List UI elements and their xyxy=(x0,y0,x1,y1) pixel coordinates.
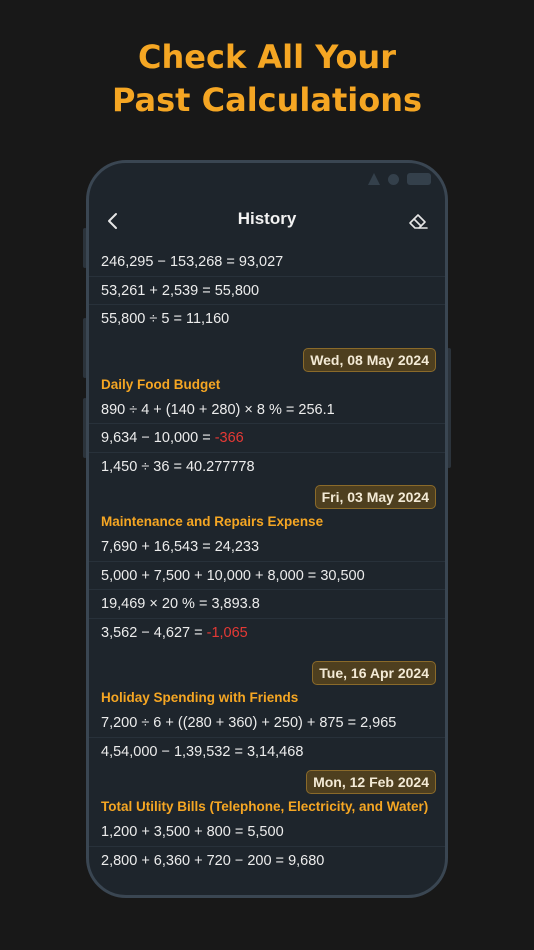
calculation-expression: 1,200 + 3,500 + 800 = xyxy=(101,824,248,840)
signal-icon xyxy=(368,173,380,185)
calculation-expression: 53,261 + 2,539 = xyxy=(101,282,215,299)
calculation-expression: 9,634 − 10,000 = xyxy=(101,430,215,446)
history-row[interactable]: 5,000 + 7,500 + 10,000 + 8,000 = 30,500 xyxy=(89,562,445,590)
history-row[interactable]: 55,800 ÷ 5 = 11,160 xyxy=(89,305,445,334)
calculation-expression: 7,200 ÷ 6 + ((280 + 360) + 250) + 875 = xyxy=(101,715,361,731)
history-row[interactable]: 1,200 + 3,500 + 800 = 5,500 xyxy=(89,818,445,847)
history-row[interactable]: 7,690 + 16,543 = 24,233 xyxy=(89,533,445,562)
history-row[interactable]: 3,562 − 4,627 = -1,065 xyxy=(89,619,445,648)
calculation-expression: 2,800 + 6,360 + 720 − 200 = xyxy=(101,852,289,869)
calculation-result: -1,065 xyxy=(206,624,248,641)
calculation-expression: 55,800 ÷ 5 = xyxy=(101,311,186,327)
history-list: 246,295 − 153,268 = 93,027 53,261 + 2,539… xyxy=(89,248,445,875)
date-header: Mon, 12 Feb 2024 xyxy=(89,766,445,796)
calculation-result: 5,500 xyxy=(247,824,284,840)
calculation-result: 40.277778 xyxy=(185,458,255,475)
calculation-result: 24,233 xyxy=(214,539,260,555)
app-bar: History xyxy=(89,207,445,235)
date-header: Fri, 03 May 2024 xyxy=(89,481,445,511)
calculation-result: 55,800 xyxy=(214,282,260,299)
calculation-group-title[interactable]: Total Utility Bills (Telephone, Electric… xyxy=(89,796,445,818)
eraser-icon[interactable] xyxy=(407,210,429,232)
date-badge: Wed, 08 May 2024 xyxy=(303,347,436,372)
page-title: History xyxy=(237,209,297,228)
calculation-expression: 5,000 + 7,500 + 10,000 + 8,000 = xyxy=(101,567,321,584)
calculation-expression: 19,469 × 20 % = xyxy=(101,596,212,612)
calculation-expression: 7,690 + 16,543 = xyxy=(101,539,215,555)
promo-headline: Check All Your Past Calculations xyxy=(0,36,534,122)
calculation-result: 2,965 xyxy=(360,715,397,731)
calculation-result: 9,680 xyxy=(288,852,325,869)
calculation-expression: 4,54,000 − 1,39,532 = xyxy=(101,743,247,760)
date-badge: Mon, 12 Feb 2024 xyxy=(306,770,436,794)
date-badge: Tue, 16 Apr 2024 xyxy=(312,661,436,685)
date-badge: Fri, 03 May 2024 xyxy=(314,485,436,509)
history-row[interactable]: 53,261 + 2,539 = 55,800 xyxy=(89,277,445,305)
calculation-result: 3,893.8 xyxy=(211,596,260,612)
calculation-expression: 246,295 − 153,268 = xyxy=(101,254,239,270)
calculation-expression: 3,562 − 4,627 = xyxy=(101,624,207,641)
calculation-group-title[interactable]: Holiday Spending with Friends xyxy=(89,687,445,709)
calculation-group-title[interactable]: Daily Food Budget xyxy=(89,374,445,396)
date-header: Wed, 08 May 2024 xyxy=(89,344,445,374)
history-row[interactable]: 2,800 + 6,360 + 720 − 200 = 9,680 xyxy=(89,847,445,876)
calculation-group-title[interactable]: Maintenance and Repairs Expense xyxy=(89,511,445,533)
history-row[interactable]: 9,634 − 10,000 = -366 xyxy=(89,424,445,453)
camera-dot-icon xyxy=(388,173,399,185)
headline-line-1: Check All Your xyxy=(138,38,396,76)
history-row[interactable]: 19,469 × 20 % = 3,893.8 xyxy=(89,590,445,619)
date-header: Tue, 16 Apr 2024 xyxy=(89,657,445,687)
calculation-result: 256.1 xyxy=(298,401,335,418)
history-row[interactable]: 246,295 − 153,268 = 93,027 xyxy=(89,248,445,277)
calculation-result: 93,027 xyxy=(238,254,284,270)
battery-icon xyxy=(407,173,431,185)
phone-frame: History 246,295 − 153,268 = 93,027 53,261… xyxy=(86,160,448,898)
calculation-result: -366 xyxy=(214,430,244,446)
headline-line-2: Past Calculations xyxy=(111,81,423,119)
history-row[interactable]: 890 ÷ 4 + (140 + 280) × 8 % = 256.1 xyxy=(89,396,445,424)
history-row[interactable]: 7,200 ÷ 6 + ((280 + 360) + 250) + 875 = … xyxy=(89,709,445,738)
calculation-expression: 1,450 ÷ 36 = xyxy=(101,458,186,475)
calculation-result: 3,14,468 xyxy=(246,743,304,760)
history-row[interactable]: 1,450 ÷ 36 = 40.277778 xyxy=(89,453,445,482)
calculation-expression: 890 ÷ 4 + (140 + 280) × 8 % = xyxy=(101,401,299,418)
status-bar xyxy=(368,173,431,185)
history-row[interactable]: 4,54,000 − 1,39,532 = 3,14,468 xyxy=(89,738,445,767)
calculation-result: 11,160 xyxy=(185,311,230,327)
calculation-result: 30,500 xyxy=(320,567,365,584)
